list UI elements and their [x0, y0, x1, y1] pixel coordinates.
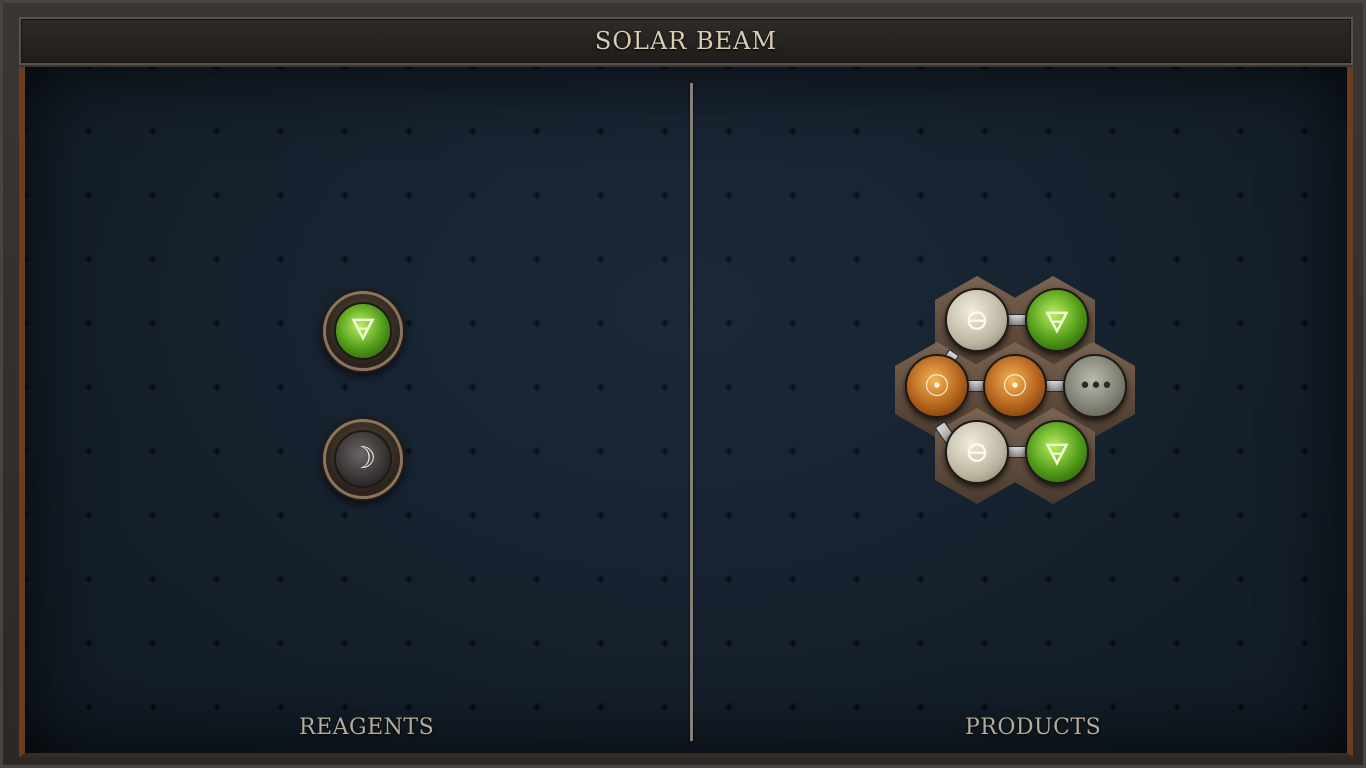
quintessence-atom-icon: •••: [1063, 354, 1127, 418]
moon-reagent-icon: ☽: [334, 430, 392, 488]
title-bar: SOLAR BEAM: [19, 17, 1353, 65]
reagent-slot-earth[interactable]: 🜃: [323, 291, 403, 371]
fire-atom-icon: ☉: [905, 354, 969, 418]
earth-reagent-icon: 🜃: [334, 302, 392, 360]
salt-atom-icon: ⊖: [945, 420, 1009, 484]
reagent-slot-moon[interactable]: ☽: [323, 419, 403, 499]
recipe-board: 🜃 ☽ REAGENTS ⊖ 🜃 ☉ ☉ ••• ⊖ 🜃 PRODUCTS: [19, 67, 1353, 757]
products-label: PRODUCTS: [965, 715, 1102, 740]
game-window: SOLAR BEAM 🜃 ☽ REAGENTS ⊖ 🜃 ☉ ☉ ••• ⊖ 🜃 …: [0, 0, 1366, 768]
earth-atom-icon: 🜃: [1025, 288, 1089, 352]
salt-atom-icon: ⊖: [945, 288, 1009, 352]
reagents-label: REAGENTS: [299, 715, 435, 740]
panel-divider: [690, 83, 693, 741]
fire-atom-icon: ☉: [983, 354, 1047, 418]
product-molecule[interactable]: ⊖ 🜃 ☉ ☉ ••• ⊖ 🜃: [885, 272, 1145, 512]
puzzle-title: SOLAR BEAM: [594, 27, 778, 55]
earth-atom-icon: 🜃: [1025, 420, 1089, 484]
